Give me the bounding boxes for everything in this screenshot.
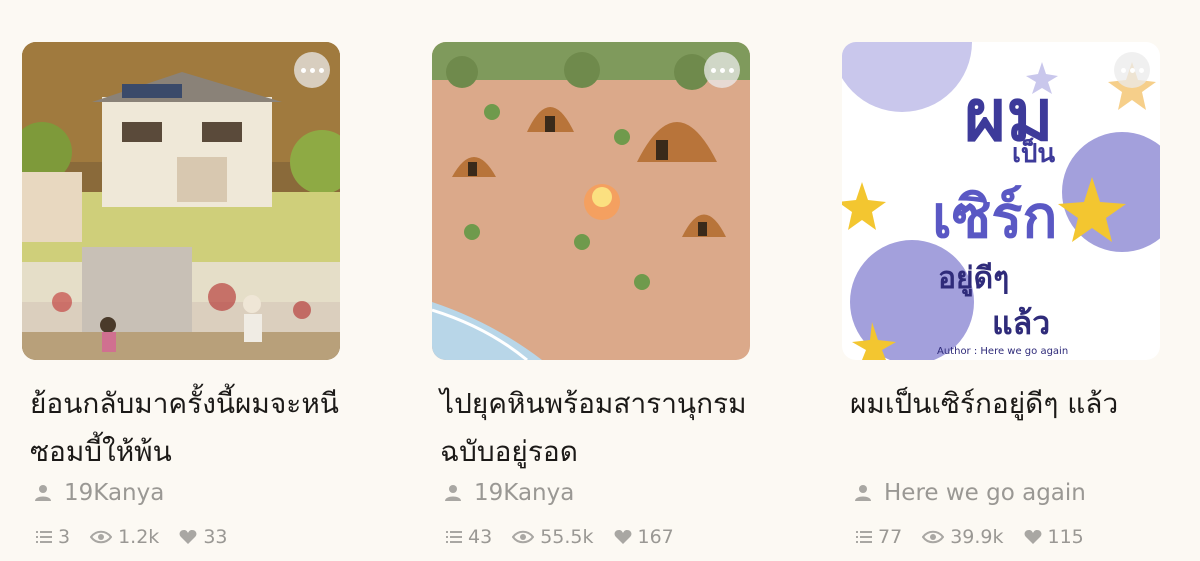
chapter-count: 43 <box>468 526 493 548</box>
story-title[interactable]: ไปยุคหินพร้อมสารานุกรมฉบับอยู่รอด <box>440 380 760 480</box>
list-icon <box>446 531 462 543</box>
eye-icon <box>512 530 535 544</box>
story-cover-2[interactable] <box>432 42 750 360</box>
story-card[interactable]: ผม เป็น เซิร์ก อยู่ดีๆ แล้ว Author : Her… <box>842 42 1162 548</box>
chapter-count: 77 <box>878 526 903 548</box>
story-cover-3[interactable]: ผม เป็น เซิร์ก อยู่ดีๆ แล้ว Author : Her… <box>842 42 1160 360</box>
view-count: 39.9k <box>950 526 1004 548</box>
author-name: 19Kanya <box>64 480 165 506</box>
like-count: 167 <box>637 526 674 548</box>
story-title[interactable]: ย้อนกลับมาครั้งนี้ผมจะหนีซอมบี้ให้พ้น <box>30 380 350 480</box>
view-count: 55.5k <box>540 526 594 548</box>
cover-illustration-house <box>22 42 340 360</box>
like-count: 33 <box>203 526 228 548</box>
story-author[interactable]: 19Kanya <box>444 480 574 506</box>
cover-text-line2: เป็น <box>1012 137 1055 169</box>
cover-illustration-typography: ผม เป็น เซิร์ก อยู่ดีๆ แล้ว Author : Her… <box>842 42 1160 360</box>
cover-illustration-stone-age <box>432 42 750 360</box>
user-icon <box>855 485 871 501</box>
eye-icon <box>922 530 945 544</box>
heart-icon <box>614 530 631 544</box>
story-cover-1[interactable] <box>22 42 340 360</box>
view-count: 1.2k <box>118 526 160 548</box>
story-author[interactable]: 19Kanya <box>34 480 164 506</box>
list-icon <box>856 531 872 543</box>
story-card[interactable]: ย้อนกลับมาครั้งนี้ผมจะหนีซอมบี้ให้พ้น 19… <box>22 42 342 548</box>
heart-icon <box>1024 530 1041 544</box>
author-name: Here we go again <box>884 480 1086 506</box>
cover-text-line3: เซิร์ก <box>932 183 1057 251</box>
cover-text-line5: แล้ว <box>992 304 1050 342</box>
author-name: 19Kanya <box>474 480 575 506</box>
user-icon <box>445 485 461 501</box>
more-icon[interactable] <box>1114 52 1150 88</box>
story-stats: 3 1.2k 33 <box>36 526 228 548</box>
like-count: 115 <box>1047 526 1084 548</box>
list-icon <box>36 531 52 543</box>
cover-text-line4: อยู่ดีๆ <box>938 261 1009 297</box>
story-card[interactable]: ไปยุคหินพร้อมสารานุกรมฉบับอยู่รอด 19Kany… <box>432 42 752 548</box>
story-title[interactable]: ผมเป็นเซิร์กอยู่ดีๆ แล้ว <box>850 380 1170 480</box>
cover-author-credit: Author : Here we go again <box>937 346 1068 357</box>
story-stats: 77 39.9k 115 <box>856 526 1084 548</box>
story-stats: 43 55.5k 167 <box>446 526 674 548</box>
story-author[interactable]: Here we go again <box>854 480 1086 506</box>
heart-icon <box>179 530 197 544</box>
eye-icon <box>90 530 113 544</box>
chapter-count: 3 <box>58 526 71 548</box>
more-icon[interactable] <box>294 52 330 88</box>
user-icon <box>35 485 51 501</box>
more-icon[interactable] <box>704 52 740 88</box>
